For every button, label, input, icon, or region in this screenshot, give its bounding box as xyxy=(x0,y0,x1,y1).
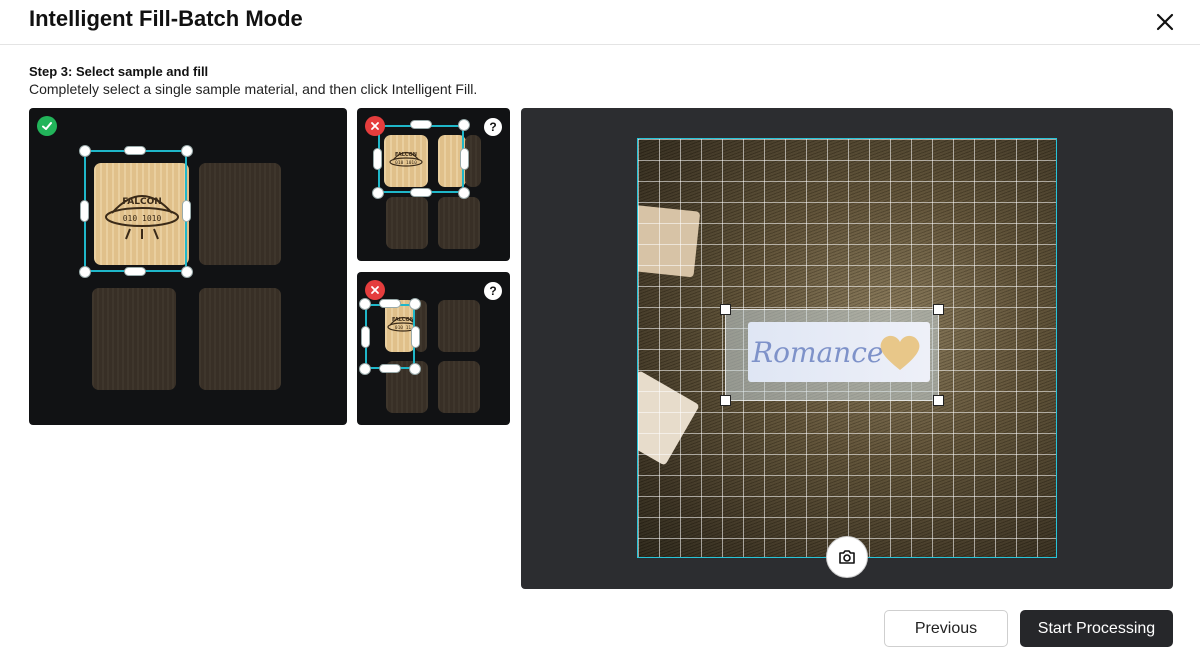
resize-handle[interactable] xyxy=(80,200,89,222)
camera-preview: Romance xyxy=(521,108,1173,589)
help-icon[interactable]: ? xyxy=(484,118,502,136)
close-icon[interactable] xyxy=(1152,9,1178,35)
resize-handle[interactable] xyxy=(409,298,421,310)
sample-selection-area[interactable]: Romance xyxy=(725,309,939,401)
resize-handle[interactable] xyxy=(933,304,944,315)
status-badge-ok xyxy=(37,116,57,136)
selection-box[interactable] xyxy=(378,125,464,193)
sample-tile xyxy=(438,197,480,249)
step-description: Completely select a single sample materi… xyxy=(29,81,478,97)
sample-option-2[interactable]: FALCON 010 1010 ? xyxy=(357,108,510,261)
resize-handle[interactable] xyxy=(359,298,371,310)
sample-tile xyxy=(199,163,281,265)
sample-option-1[interactable]: FALCON 010 1010 xyxy=(29,108,347,425)
sample-tile xyxy=(438,361,480,413)
resize-handle[interactable] xyxy=(124,146,146,155)
camera-icon xyxy=(839,550,855,564)
resize-handle[interactable] xyxy=(410,188,432,197)
resize-handle[interactable] xyxy=(361,326,370,348)
x-icon xyxy=(371,286,379,294)
resize-handle[interactable] xyxy=(359,363,371,375)
previous-button[interactable]: Previous xyxy=(884,610,1008,647)
resize-handle[interactable] xyxy=(79,266,91,278)
resize-handle[interactable] xyxy=(411,326,420,348)
romance-tag: Romance xyxy=(748,322,930,382)
resize-handle[interactable] xyxy=(379,299,401,308)
check-icon xyxy=(42,122,52,130)
resize-handle[interactable] xyxy=(181,145,193,157)
status-badge-error xyxy=(365,116,385,136)
resize-handle[interactable] xyxy=(720,304,731,315)
start-processing-button[interactable]: Start Processing xyxy=(1020,610,1173,647)
x-icon xyxy=(371,122,379,130)
status-badge-error xyxy=(365,280,385,300)
resize-handle[interactable] xyxy=(373,148,382,170)
resize-handle[interactable] xyxy=(409,363,421,375)
capture-button[interactable] xyxy=(826,536,868,578)
sample-tile xyxy=(199,288,281,390)
resize-handle[interactable] xyxy=(458,119,470,131)
resize-handle[interactable] xyxy=(182,200,191,222)
close-button[interactable] xyxy=(1152,9,1178,35)
dialog-header: Intelligent Fill-Batch Mode xyxy=(0,0,1200,45)
step-title: Step 3: Select sample and fill xyxy=(29,64,209,79)
resize-handle[interactable] xyxy=(79,145,91,157)
resize-handle[interactable] xyxy=(460,148,469,170)
help-icon[interactable]: ? xyxy=(484,282,502,300)
sample-option-3[interactable]: FALCON 010 11 ? xyxy=(357,272,510,425)
resize-handle[interactable] xyxy=(372,187,384,199)
resize-handle[interactable] xyxy=(410,120,432,129)
resize-handle[interactable] xyxy=(720,395,731,406)
camera-canvas[interactable]: Romance xyxy=(637,138,1057,558)
sample-tile xyxy=(92,288,176,390)
dialog-title: Intelligent Fill-Batch Mode xyxy=(29,6,303,31)
selection-box[interactable] xyxy=(84,150,187,272)
heart-icon xyxy=(880,335,920,370)
sample-tile xyxy=(386,197,428,249)
resize-handle[interactable] xyxy=(181,266,193,278)
resize-handle[interactable] xyxy=(124,267,146,276)
resize-handle[interactable] xyxy=(379,364,401,373)
resize-handle[interactable] xyxy=(933,395,944,406)
romance-text: Romance xyxy=(752,336,884,369)
resize-handle[interactable] xyxy=(458,187,470,199)
selection-box[interactable] xyxy=(365,304,415,369)
sample-tile xyxy=(438,300,480,352)
